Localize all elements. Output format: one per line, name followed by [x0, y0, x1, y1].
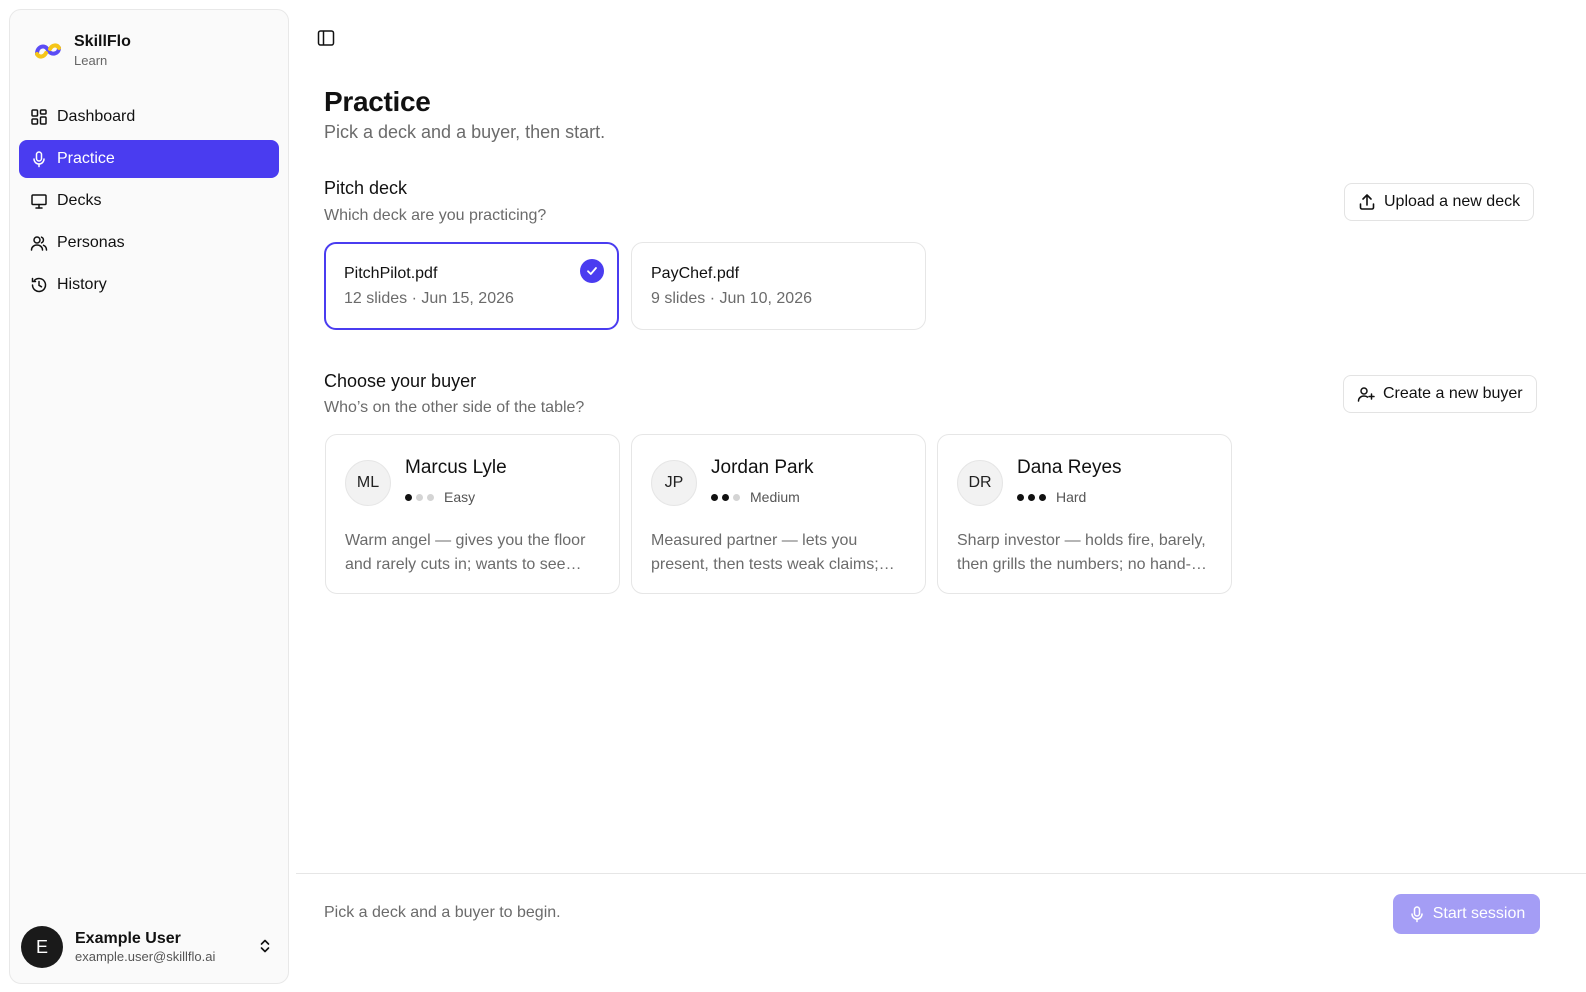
sidebar-item-practice[interactable]: Practice [19, 140, 279, 178]
buyer-description: Warm angel — gives you the floor and rar… [345, 532, 586, 573]
brand[interactable]: SkillFlo Learn [30, 32, 131, 70]
deck-card-paychef[interactable]: PayChef.pdf 9 slides · Jun 10, 2026 [631, 242, 926, 330]
difficulty-dot [405, 493, 412, 501]
history-icon [31, 277, 47, 293]
page-subtitle: Pick a deck and a buyer, then start. [324, 122, 606, 142]
start-session-button[interactable]: Start session [1393, 894, 1540, 934]
microphone-icon [33, 151, 45, 168]
user-menu[interactable]: E Example User example.user@skillflo.ai [21, 921, 279, 973]
difficulty-dot [427, 493, 434, 501]
brand-name: SkillFlo [74, 33, 131, 50]
buyer-name: Dana Reyes [1017, 457, 1122, 478]
difficulty-dot [1039, 493, 1046, 501]
avatar: E [21, 926, 63, 968]
pitch-deck-title: Pitch deck [324, 178, 408, 198]
check-icon [580, 259, 604, 283]
buyer-card-dana-reyes[interactable]: DR Dana Reyes Hard Sharp investor — hold… [937, 434, 1232, 594]
sidebar-item-label: Personas [57, 234, 125, 251]
sidebar-item-label: History [57, 276, 107, 293]
sidebar-item-dashboard[interactable]: Dashboard [19, 98, 279, 136]
create-buyer-button[interactable]: Create a new buyer [1343, 375, 1537, 413]
brand-subtitle: Learn [74, 53, 108, 68]
difficulty-dot [733, 493, 740, 501]
chevron-up-down-icon[interactable] [255, 936, 275, 956]
sidebar-item-label: Decks [57, 192, 102, 209]
presentation-icon [31, 194, 47, 209]
deck-card-pitchpilot[interactable]: PitchPilot.pdf 12 slides · Jun 15, 2026 [324, 242, 619, 330]
sidebar-item-decks[interactable]: Decks [19, 182, 279, 220]
user-plus-icon [1357, 387, 1375, 402]
buyer-description: Sharp investor — holds fire, barely, the… [957, 532, 1207, 573]
user-email: example.user@skillflo.ai [75, 949, 216, 964]
choose-buyer-subtitle: Who’s on the other side of the table? [324, 399, 585, 416]
difficulty-label: Medium [750, 489, 800, 505]
skillflo-logo-icon [35, 43, 61, 59]
difficulty-dot [1017, 493, 1024, 501]
buyer-description: Measured partner — lets you present, the… [651, 532, 895, 573]
sidebar-nav: Dashboard Practice Decks Personas Histor… [19, 98, 279, 308]
difficulty-indicator: Hard [1017, 489, 1086, 505]
buyer-name: Marcus Lyle [405, 457, 507, 478]
user-name: Example User [75, 930, 181, 947]
sidebar-item-label: Practice [57, 150, 115, 167]
page-title: Practice [324, 86, 431, 117]
avatar: ML [345, 460, 391, 506]
create-buyer-label: Create a new buyer [1383, 385, 1523, 402]
grid-icon [31, 109, 47, 125]
difficulty-dot [1028, 493, 1035, 501]
sidebar-item-personas[interactable]: Personas [19, 224, 279, 262]
upload-deck-label: Upload a new deck [1384, 193, 1521, 210]
choose-buyer-title: Choose your buyer [324, 371, 477, 391]
footer-divider [296, 873, 1586, 874]
difficulty-dot [711, 493, 718, 501]
sidebar-item-history[interactable]: History [19, 266, 279, 304]
avatar: DR [957, 460, 1003, 506]
buyer-card-jordan-park[interactable]: JP Jordan Park Medium Measured partner —… [631, 434, 926, 594]
sidebar-item-label: Dashboard [57, 108, 136, 125]
deck-name: PayChef.pdf [651, 265, 740, 282]
difficulty-indicator: Medium [711, 489, 800, 505]
upload-deck-button[interactable]: Upload a new deck [1344, 183, 1535, 221]
start-session-label: Start session [1432, 905, 1526, 922]
sidebar-toggle-icon[interactable] [316, 28, 336, 48]
difficulty-dot [722, 493, 729, 501]
deck-meta: 9 slides · Jun 10, 2026 [651, 290, 812, 307]
deck-meta: 12 slides · Jun 15, 2026 [344, 290, 514, 307]
upload-icon [1359, 194, 1375, 210]
users-icon [30, 236, 48, 251]
sidebar: SkillFlo Learn Dashboard Practice Decks [9, 9, 289, 984]
pitch-deck-subtitle: Which deck are you practicing? [324, 207, 547, 224]
difficulty-label: Hard [1056, 489, 1087, 505]
difficulty-indicator: Easy [405, 489, 475, 505]
buyer-name: Jordan Park [711, 457, 814, 478]
deck-name: PitchPilot.pdf [344, 265, 438, 282]
buyer-card-marcus-lyle[interactable]: ML Marcus Lyle Easy Warm angel — gives y… [325, 434, 620, 594]
microphone-icon [1411, 906, 1423, 923]
footer-hint: Pick a deck and a buyer to begin. [324, 904, 561, 921]
difficulty-dot [416, 493, 423, 501]
difficulty-label: Easy [444, 489, 476, 505]
avatar: JP [651, 460, 697, 506]
